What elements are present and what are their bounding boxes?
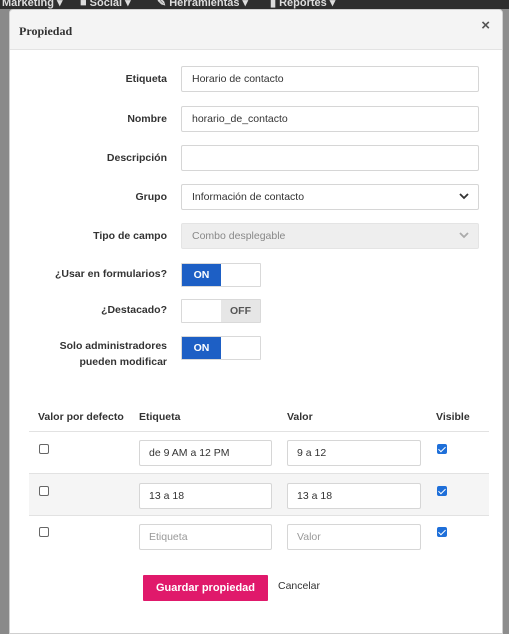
nav-item-herramientas[interactable]: ✎ Herramientas ▾: [157, 0, 248, 9]
destacado-toggle[interactable]: OFF: [181, 299, 261, 323]
column-header-visible: Visible: [436, 411, 470, 423]
solo-admin-toggle[interactable]: ON: [181, 336, 261, 360]
nav-label: Herramientas: [169, 0, 240, 9]
option-valor-input[interactable]: Valor: [287, 524, 421, 550]
grupo-selected-value: Información de contacto: [192, 191, 305, 203]
close-icon[interactable]: ×: [481, 18, 490, 34]
option-valor-input[interactable]: 13 a 18: [287, 483, 421, 509]
chevron-down-icon: [459, 232, 469, 239]
nombre-label: Nombre: [127, 113, 167, 125]
tipo-campo-selected-value: Combo desplegable: [192, 230, 286, 242]
column-header-etiqueta: Etiqueta: [139, 411, 181, 423]
caret-down-icon: ▾: [329, 0, 336, 9]
toggle-on-state: ON: [182, 264, 221, 286]
nav-item-social[interactable]: ■ Social ▾: [80, 0, 131, 9]
chevron-down-icon: [459, 193, 469, 200]
destacado-label: ¿Destacado?: [101, 304, 167, 316]
chat-icon: ■: [80, 0, 87, 9]
cancel-link[interactable]: Cancelar: [278, 580, 320, 592]
descripcion-input[interactable]: [181, 145, 479, 171]
toggle-off-state: OFF: [221, 300, 260, 322]
etiqueta-input[interactable]: Horario de contacto: [181, 66, 479, 92]
save-property-button[interactable]: Guardar propiedad: [143, 575, 268, 601]
nav-item-marketing[interactable]: Marketing ▾: [2, 0, 63, 9]
tipo-campo-label: Tipo de campo: [93, 230, 167, 242]
option-etiqueta-input[interactable]: 13 a 18: [139, 483, 272, 509]
background-overlay-right: [503, 9, 509, 634]
caret-down-icon: ▾: [56, 0, 63, 9]
bar-chart-icon: ▮: [270, 0, 277, 9]
nav-label: Social: [89, 0, 123, 9]
solo-admin-label-line1: Solo administradores: [59, 340, 167, 352]
visible-checkbox[interactable]: [437, 527, 447, 537]
option-valor-input[interactable]: 9 a 12: [287, 440, 421, 466]
top-navigation-bar: Marketing ▾ ■ Social ▾ ✎ Herramientas ▾ …: [0, 0, 509, 9]
background-overlay-left: [0, 9, 9, 634]
usar-formularios-label: ¿Usar en formularios?: [54, 268, 167, 280]
etiqueta-label: Etiqueta: [125, 73, 167, 85]
usar-formularios-toggle[interactable]: ON: [181, 263, 261, 287]
option-etiqueta-input[interactable]: Etiqueta: [139, 524, 272, 550]
visible-checkbox[interactable]: [437, 444, 447, 454]
table-row: de 9 AM a 12 PM 9 a 12: [29, 431, 489, 473]
wrench-icon: ✎: [157, 0, 167, 9]
property-modal: Propiedad × Etiqueta Horario de contacto…: [9, 9, 503, 634]
caret-down-icon: ▾: [125, 0, 131, 9]
nombre-input[interactable]: horario_de_contacto: [181, 106, 479, 132]
column-header-default: Valor por defecto: [38, 411, 124, 423]
modal-header: Propiedad ×: [10, 10, 502, 50]
option-etiqueta-input[interactable]: de 9 AM a 12 PM: [139, 440, 272, 466]
grupo-label: Grupo: [135, 191, 168, 203]
solo-admin-label-line2: pueden modificar: [79, 356, 167, 368]
modal-title: Propiedad: [19, 24, 73, 38]
default-checkbox[interactable]: [39, 486, 49, 496]
toggle-on-state: ON: [182, 337, 221, 359]
table-row: 13 a 18 13 a 18: [29, 473, 489, 515]
column-header-valor: Valor: [287, 411, 313, 423]
tipo-campo-select: Combo desplegable: [181, 223, 479, 249]
nav-label: Marketing: [2, 0, 54, 9]
nav-label: Reportes: [279, 0, 327, 9]
nav-item-reportes[interactable]: ▮ Reportes ▾: [270, 0, 335, 9]
visible-checkbox[interactable]: [437, 486, 447, 496]
caret-down-icon: ▾: [242, 0, 249, 9]
grupo-select[interactable]: Información de contacto: [181, 184, 479, 210]
solo-admin-label: Solo administradores pueden modificar: [60, 338, 167, 370]
default-checkbox[interactable]: [39, 527, 49, 537]
table-row: Etiqueta Valor: [29, 515, 489, 557]
descripcion-label: Descripción: [106, 152, 167, 164]
default-checkbox[interactable]: [39, 444, 49, 454]
